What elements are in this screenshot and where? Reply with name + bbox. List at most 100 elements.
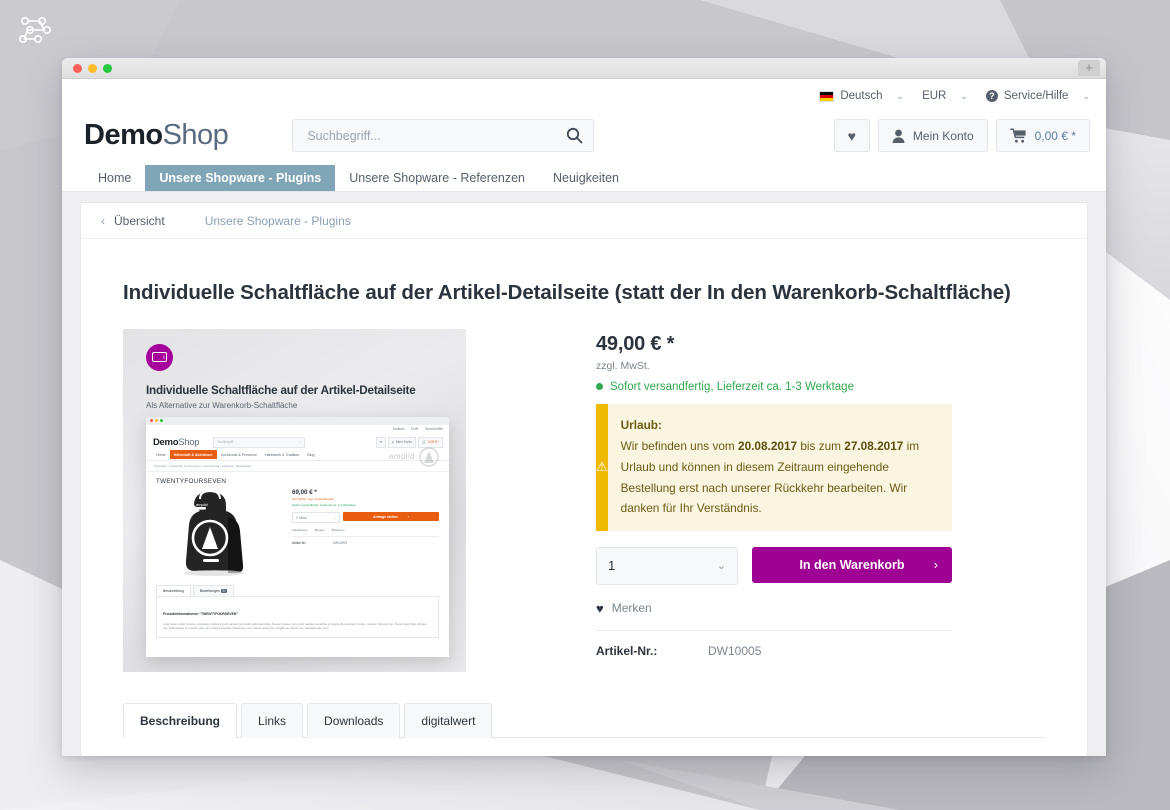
search-input[interactable] <box>305 127 565 144</box>
account-button[interactable]: Mein Konto <box>877 119 988 152</box>
quantity-select[interactable]: 1 ⌄ <box>596 546 738 585</box>
nav-item-plugins[interactable]: Unsere Shopware - Plugins <box>145 165 336 191</box>
quantity-value: 1 <box>608 558 616 574</box>
shop-utility-bar: Deutsch ⌄ EUR ⌄ ? Service/Hilfe ⌄ <box>62 79 1106 109</box>
product-image-subline: Als Alternative zur Warenkorb-Schaltfläc… <box>146 400 298 410</box>
currency-label: EUR <box>922 90 947 102</box>
maximize-window-button[interactable] <box>103 64 112 73</box>
search-box[interactable] <box>292 119 595 152</box>
vat-note: zzgl. MwSt. <box>596 359 650 372</box>
shop-logo[interactable]: DemoShop <box>84 119 229 152</box>
screenshot-mock-window: Deutsch EUR Service/Hilfe DemoShop Suchb… <box>146 416 449 657</box>
mock-links: Vergleichen Merken Bewerten <box>292 528 439 538</box>
mock-search-placeholder: Suchbegriff <box>217 440 234 445</box>
mock-buybox: 69,00 € * inkl. MwSt. zzgl. Versandkoste… <box>286 485 439 577</box>
mock-wishlist: ♥ <box>376 436 386 448</box>
add-to-cart-button[interactable]: In den Warenkorb › <box>752 546 952 583</box>
notice-date-to: 27.08.2017 <box>844 439 904 454</box>
mock-logo: DemoShop <box>153 436 200 448</box>
mock-nav-1: Höhenluft & Abenteuer <box>169 450 217 460</box>
chevron-down-icon: ⌄ <box>960 90 968 101</box>
mock-tabs: Beschreibung Bewertungen 0 <box>146 577 449 596</box>
tab-downloads[interactable]: Downloads <box>307 702 401 738</box>
breadcrumb-category[interactable]: Unsere Shopware - Plugins <box>205 214 351 228</box>
content-card: ‹ Übersicht Unsere Shopware - Plugins In… <box>80 202 1088 756</box>
cart-amount: 0,00 € * <box>1034 128 1076 143</box>
mock-lang: Deutsch <box>392 427 405 432</box>
main-navigation: Home Unsere Shopware - Plugins Unsere Sh… <box>62 164 1106 192</box>
mock-cur: EUR <box>411 427 419 432</box>
mock-vat: inkl. MwSt. zzgl. Versandkosten <box>292 497 335 502</box>
logo-bold: Demo <box>84 119 163 151</box>
browser-viewport: Deutsch ⌄ EUR ⌄ ? Service/Hilfe ⌄ DemoSh… <box>62 79 1106 756</box>
product-image-headline: Individuelle Schaltfläche auf der Artike… <box>146 383 416 397</box>
chevron-down-icon: ⌄ <box>1082 90 1090 101</box>
mock-logo-light: Shop <box>178 436 200 448</box>
close-window-button[interactable] <box>73 64 82 73</box>
mock-stock: Sofort versandfertig, Lieferzeit ca. 1-3… <box>292 503 356 508</box>
question-circle-icon: ? <box>985 90 998 102</box>
nav-item-neuigkeiten[interactable]: Neuigkeiten <box>539 165 633 191</box>
shop-header: DemoShop ♥ <box>62 109 1106 164</box>
tab-links[interactable]: Links <box>241 702 304 738</box>
sku-row: Artikel-Nr.: DW10005 <box>596 644 952 658</box>
vacation-notice: ⚠ Urlaub: Wir befinden uns vom 20.08.201… <box>596 403 952 531</box>
search-button[interactable] <box>564 127 585 144</box>
new-tab-button[interactable]: + <box>1078 60 1100 76</box>
language-selector[interactable]: Deutsch ⌄ <box>819 90 904 102</box>
svg-text:amplid: amplid <box>196 502 208 507</box>
german-flag-icon <box>819 90 835 102</box>
mock-backpack-image: amplid <box>156 485 286 577</box>
add-to-cart-label: In den Warenkorb <box>799 557 905 572</box>
header-actions: ♥ Mein Konto 0,00 € * <box>833 119 1090 152</box>
notice-date-from: 20.08.2017 <box>738 439 798 454</box>
chevron-left-icon: ‹ <box>101 214 105 228</box>
mock-sku: Artikel-Nr.: SW10003 <box>292 541 347 546</box>
purchase-row: 1 ⌄ In den Warenkorb › <box>596 546 952 585</box>
nav-item-home[interactable]: Home <box>84 165 145 191</box>
language-label: Deutsch <box>840 90 883 102</box>
mock-nav-3: Handwerk & Tradition <box>264 452 300 457</box>
service-menu[interactable]: ? Service/Hilfe ⌄ <box>985 90 1090 102</box>
divider <box>596 629 952 631</box>
product-price: 49,00 € * <box>596 332 675 355</box>
mock-logo-bold: Demo <box>153 436 179 448</box>
mock-description: Produktinformationen "TWENTYFOURSEVEN" L… <box>156 595 439 638</box>
breadcrumb-back[interactable]: ‹ Übersicht <box>101 214 165 228</box>
remember-link[interactable]: ♥ Merken <box>596 601 952 616</box>
mock-tab-0: Beschreibung <box>156 584 191 596</box>
vacation-notice-title: Urlaub: <box>620 417 662 432</box>
page-body: ‹ Übersicht Unsere Shopware - Plugins In… <box>62 192 1106 756</box>
user-icon <box>892 129 905 143</box>
cart-button[interactable]: 0,00 € * <box>995 119 1090 152</box>
stock-status-label: Sofort versandfertig, Lieferzeit ca. 1-3… <box>610 380 854 393</box>
sku-value: DW10005 <box>708 643 762 658</box>
wishlist-button[interactable]: ♥ <box>833 119 870 152</box>
warning-triangle-icon: ⚠ <box>596 403 608 531</box>
mock-price: 69,00 € * <box>292 488 317 496</box>
mock-utility-bar: Deutsch EUR Service/Hilfe <box>146 425 449 434</box>
mock-buy-row: 1 Stück ⌄ Anfrage stellen › <box>292 512 439 524</box>
window-controls[interactable] <box>73 64 112 73</box>
tab-digitalwert[interactable]: digitalwert <box>404 702 493 738</box>
breadcrumb: ‹ Übersicht Unsere Shopware - Plugins <box>81 203 1087 239</box>
screen-arrow-icon: › <box>146 343 173 371</box>
currency-selector[interactable]: EUR ⌄ <box>922 90 968 102</box>
status-bullet-icon <box>596 383 603 391</box>
notice-text-1: Wir befinden uns vom <box>620 439 739 454</box>
logo-light: Shop <box>162 119 229 151</box>
stock-status: Sofort versandfertig, Lieferzeit ca. 1-3… <box>596 381 952 393</box>
chevron-down-icon: ⌄ <box>716 560 726 573</box>
nav-item-referenzen[interactable]: Unsere Shopware - Referenzen <box>335 165 539 191</box>
screen-arrow-glyph: › <box>152 352 167 363</box>
product-image[interactable]: › Individuelle Schaltfläche auf der Arti… <box>123 328 466 672</box>
cart-icon <box>1009 128 1026 143</box>
heart-icon: ♥ <box>596 600 604 616</box>
mock-search-icon: ⌕ <box>299 440 302 445</box>
chevron-down-icon: ⌄ <box>896 90 905 101</box>
sku-label: Artikel-Nr.: <box>596 643 658 658</box>
minimize-window-button[interactable] <box>88 64 97 73</box>
tab-beschreibung[interactable]: Beschreibung <box>123 702 238 738</box>
service-label: Service/Hilfe <box>1003 90 1069 102</box>
detail-tabs: Beschreibung Links Downloads digitalwert <box>123 702 1045 738</box>
